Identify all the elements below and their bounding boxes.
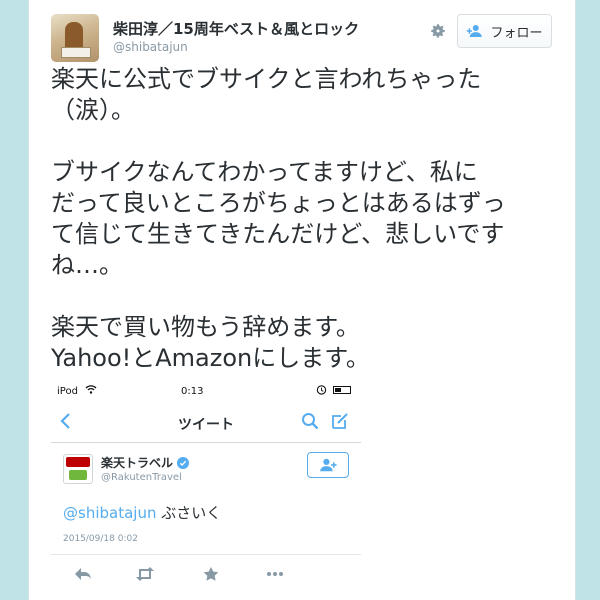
verified-badge-icon [177, 456, 190, 469]
status-time: 0:13 [181, 386, 204, 397]
more-icon[interactable] [265, 566, 285, 582]
display-name[interactable]: 柴田淳／15周年ベスト＆風とロック [113, 18, 359, 39]
follow-person-icon [467, 25, 483, 37]
tweet-line: ね…。 [51, 251, 123, 279]
tweet-line: 楽天に公式でブサイクと言われちゃった [51, 65, 482, 93]
gear-icon[interactable] [429, 22, 447, 40]
action-bar [51, 566, 361, 586]
wifi-icon [85, 385, 97, 394]
alarm-icon [316, 385, 327, 395]
follow-person-icon [320, 458, 337, 472]
favorite-icon[interactable] [201, 566, 221, 582]
battery-icon [333, 386, 351, 394]
search-icon[interactable] [301, 412, 319, 430]
nav-bar: ツイート [51, 402, 361, 443]
embedded-screenshot[interactable]: iPod 0:13 ツイート 楽天トラベル @RakutenTravel @sh… [51, 380, 361, 600]
tweet-line: ブサイクなんてわかってますけど、私に [51, 158, 478, 186]
tweet-text: 楽天に公式でブサイクと言われちゃった （涙）。 ブサイクなんてわかってますけど、… [51, 64, 556, 374]
tweet-card: 柴田淳／15周年ベスト＆風とロック @shibatajun フォロー 楽天に公式… [28, 0, 576, 600]
divider [51, 554, 361, 555]
account-name-text: 楽天トラベル [101, 456, 174, 470]
reply-timestamp: 2015/09/18 0:02 [63, 534, 138, 544]
tweet-line: だって良いところがちょっとはあるはずっ [51, 189, 506, 217]
reply-body: ぶさいく [161, 504, 222, 522]
account-handle[interactable]: @RakutenTravel [101, 472, 182, 483]
tweet-line: て信じて生きてきたんだけど、悲しいです [51, 220, 505, 248]
status-bar: iPod 0:13 [51, 380, 361, 402]
follow-button-label: フォロー [490, 25, 543, 41]
mention-link[interactable]: @shibatajun [63, 504, 156, 522]
tweet-line: （涙）。 [51, 96, 135, 124]
tweet-line: Yahoo!とAmazonにします。 [51, 344, 370, 372]
avatar-figure [65, 22, 83, 50]
tweet-line: 楽天で買い物もう辞めます。 [51, 313, 360, 341]
reply-text: @shibatajun ぶさいく [63, 502, 221, 523]
reply-icon[interactable] [73, 566, 93, 582]
carrier-label: iPod [57, 386, 78, 397]
user-handle[interactable]: @shibatajun [113, 40, 188, 54]
rakuten-avatar[interactable] [63, 454, 93, 484]
avatar-label [61, 47, 91, 58]
retweet-icon[interactable] [135, 566, 155, 582]
compose-icon[interactable] [331, 412, 349, 430]
user-avatar[interactable] [51, 14, 99, 62]
account-name[interactable]: 楽天トラベル [101, 454, 190, 471]
follow-button[interactable]: フォロー [457, 14, 552, 48]
inner-follow-button[interactable] [307, 452, 349, 478]
